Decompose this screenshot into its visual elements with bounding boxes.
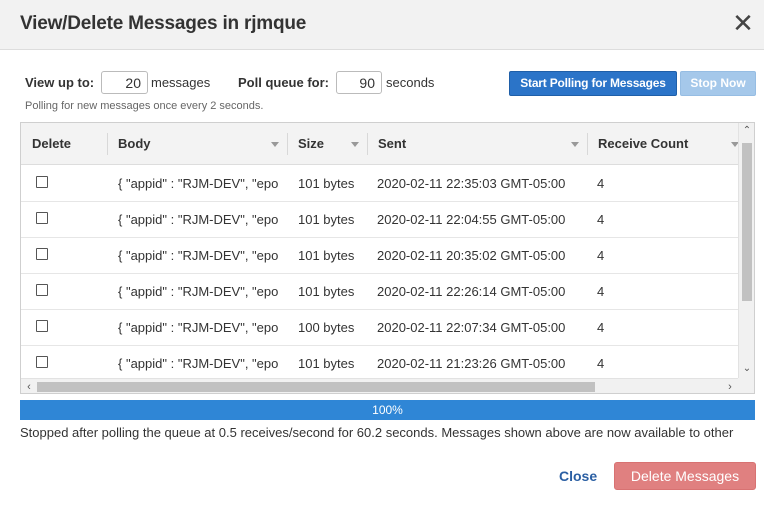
body-cell: { "appid" : "RJM-DEV", "epo xyxy=(118,176,278,191)
sent-cell: 2020-02-11 22:35:03 GMT-05:00 xyxy=(377,176,566,191)
size-cell: 101 bytes xyxy=(298,212,355,227)
delete-checkbox[interactable] xyxy=(36,356,48,368)
scrollbar-corner xyxy=(738,378,754,393)
horizontal-scroll-thumb[interactable] xyxy=(37,382,595,392)
table-row[interactable]: { "appid" : "RJM-DEV", "epo 100 bytes 20… xyxy=(21,310,738,346)
scroll-right-icon[interactable]: › xyxy=(724,380,736,393)
size-cell: 101 bytes xyxy=(298,284,355,299)
receive-count-cell: 4 xyxy=(597,356,605,371)
seconds-label: seconds xyxy=(386,75,435,90)
progress-bar: 100% xyxy=(20,400,755,420)
chevron-down-icon[interactable] xyxy=(351,142,359,147)
column-sent[interactable]: Sent xyxy=(367,123,587,165)
progress-label: 100% xyxy=(372,403,403,417)
table-row[interactable]: { "appid" : "RJM-DEV", "epo 101 bytes 20… xyxy=(21,274,738,310)
table-row[interactable]: { "appid" : "RJM-DEV", "epo 101 bytes 20… xyxy=(21,238,738,274)
close-icon[interactable]: ✕ xyxy=(732,10,754,36)
receive-count-cell: 4 xyxy=(597,320,605,335)
view-up-to-input[interactable] xyxy=(101,71,148,94)
size-cell: 101 bytes xyxy=(298,176,355,191)
messages-label: messages xyxy=(151,75,211,90)
sent-cell: 2020-02-11 21:23:26 GMT-05:00 xyxy=(377,356,566,371)
table-header: Delete Body Size Sent Receive Count xyxy=(21,123,739,165)
close-link[interactable]: Close xyxy=(559,468,597,484)
receive-count-cell: 4 xyxy=(597,176,605,191)
poll-queue-label: Poll queue for: xyxy=(238,75,329,90)
vertical-scrollbar[interactable]: ⌃ ⌄ xyxy=(738,123,754,378)
table-row[interactable]: { "appid" : "RJM-DEV", "epo 101 bytes 20… xyxy=(21,202,738,238)
sent-cell: 2020-02-11 22:07:34 GMT-05:00 xyxy=(377,320,566,335)
poll-queue-input[interactable] xyxy=(336,71,382,94)
delete-checkbox[interactable] xyxy=(36,284,48,296)
receive-count-cell: 4 xyxy=(597,284,605,299)
sent-cell: 2020-02-11 22:26:14 GMT-05:00 xyxy=(377,284,566,299)
table-row[interactable]: { "appid" : "RJM-DEV", "epo 101 bytes 20… xyxy=(21,166,738,202)
table-body: { "appid" : "RJM-DEV", "epo 101 bytes 20… xyxy=(21,166,738,378)
view-up-to-label: View up to: xyxy=(25,75,95,90)
size-cell: 101 bytes xyxy=(298,356,355,371)
dialog-header: View/Delete Messages in rjmque ✕ xyxy=(0,0,764,50)
delete-checkbox[interactable] xyxy=(36,212,48,224)
status-message: Stopped after polling the queue at 0.5 r… xyxy=(20,425,734,440)
stop-now-button: Stop Now xyxy=(680,71,756,96)
size-cell: 100 bytes xyxy=(298,320,355,335)
sent-cell: 2020-02-11 20:35:02 GMT-05:00 xyxy=(377,248,566,263)
body-cell: { "appid" : "RJM-DEV", "epo xyxy=(118,212,278,227)
body-cell: { "appid" : "RJM-DEV", "epo xyxy=(118,248,278,263)
polling-hint: Polling for new messages once every 2 se… xyxy=(25,100,264,112)
size-cell: 101 bytes xyxy=(298,248,355,263)
delete-checkbox[interactable] xyxy=(36,320,48,332)
delete-messages-button[interactable]: Delete Messages xyxy=(614,462,756,490)
delete-checkbox[interactable] xyxy=(36,176,48,188)
receive-count-cell: 4 xyxy=(597,248,605,263)
scroll-down-icon[interactable]: ⌄ xyxy=(742,363,752,375)
receive-count-cell: 4 xyxy=(597,212,605,227)
column-delete[interactable]: Delete xyxy=(21,123,107,165)
body-cell: { "appid" : "RJM-DEV", "epo xyxy=(118,284,278,299)
sent-cell: 2020-02-11 22:04:55 GMT-05:00 xyxy=(377,212,566,227)
scroll-up-icon[interactable]: ⌃ xyxy=(742,125,752,137)
start-polling-button[interactable]: Start Polling for Messages xyxy=(509,71,677,96)
body-cell: { "appid" : "RJM-DEV", "epo xyxy=(118,356,278,371)
column-body[interactable]: Body xyxy=(107,123,287,165)
vertical-scroll-thumb[interactable] xyxy=(742,143,752,301)
column-receive-count[interactable]: Receive Count xyxy=(587,123,738,165)
messages-table: Delete Body Size Sent Receive Count { "a… xyxy=(20,122,755,394)
dialog-title: View/Delete Messages in rjmque xyxy=(20,13,307,34)
body-cell: { "appid" : "RJM-DEV", "epo xyxy=(118,320,278,335)
scroll-left-icon[interactable]: ‹ xyxy=(23,380,35,393)
chevron-down-icon[interactable] xyxy=(571,142,579,147)
horizontal-scrollbar[interactable]: ‹ › xyxy=(21,378,738,393)
delete-checkbox[interactable] xyxy=(36,248,48,260)
chevron-down-icon[interactable] xyxy=(271,142,279,147)
table-row[interactable]: { "appid" : "RJM-DEV", "epo 101 bytes 20… xyxy=(21,346,738,378)
